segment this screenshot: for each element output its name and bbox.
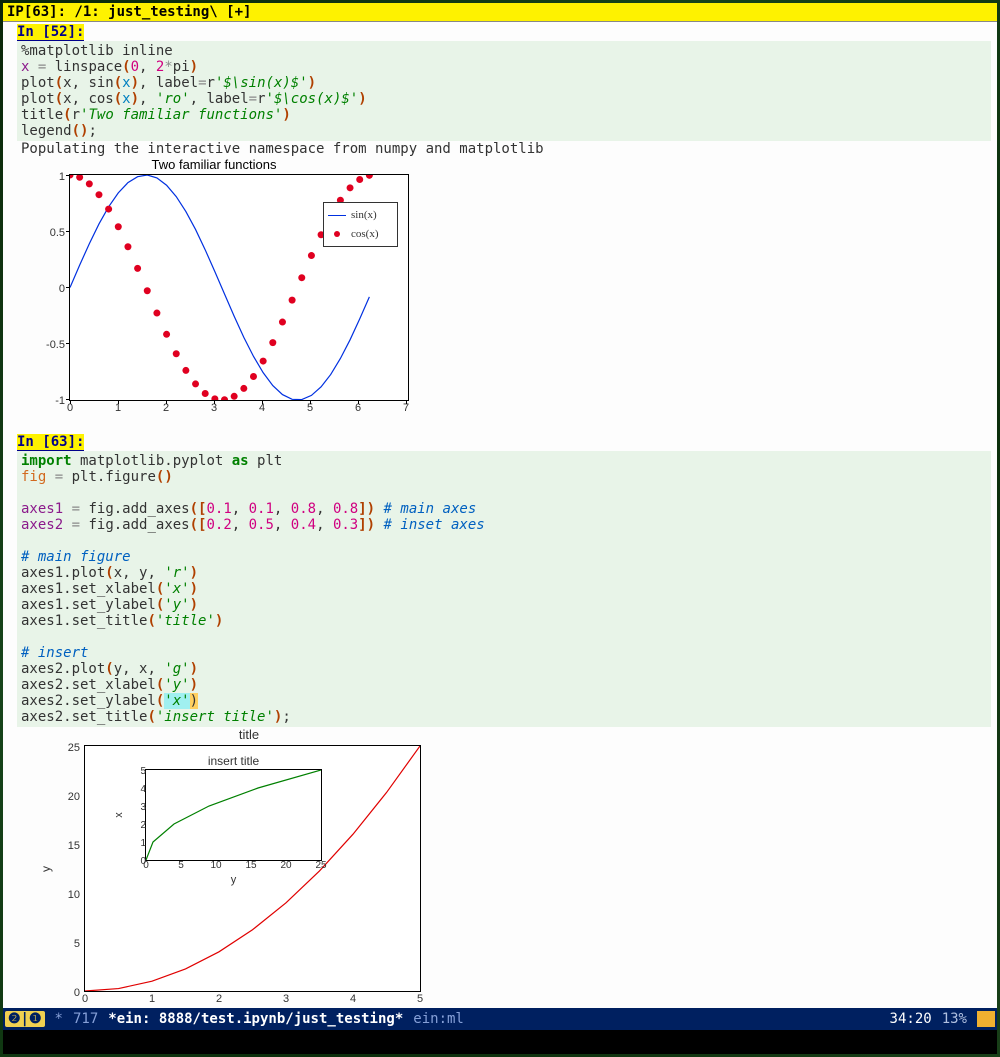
cell-prompt-52: In [52]: (17, 24, 84, 41)
minibuffer[interactable] (3, 1030, 997, 1054)
chart-main-with-inset: title 25 20 15 10 5 0 0 1 2 3 4 5 x (29, 727, 424, 1008)
modeline-line: 717 (73, 1011, 98, 1027)
inset-xlabel: y (231, 872, 237, 888)
legend-sin: sin(x) (351, 207, 377, 223)
legend-cos: cos(x) (351, 226, 379, 242)
notebook-buffer[interactable]: In [52]: %matplotlib inline x = linspace… (3, 22, 997, 1008)
modeline-end-indicator (977, 1011, 995, 1027)
inset-ylabel: x (111, 812, 127, 818)
modeline-modified: * (55, 1011, 63, 1027)
modeline-indicator: ❷|❶ (5, 1011, 45, 1027)
cell-52-output: Populating the interactive namespace fro… (21, 141, 991, 157)
chart2-inset: insert title 5 4 3 2 1 0 0 5 10 15 20 25 (145, 769, 322, 861)
chart1-axes: sin(x) cos(x) 1 0.5 0 -0.5 -1 0 1 2 3 4 … (69, 174, 409, 401)
cell-63-code[interactable]: import matplotlib.pyplot as plt fig = pl… (17, 451, 991, 727)
chart1-legend: sin(x) cos(x) (323, 202, 398, 247)
tab-title[interactable]: IP[63]: /1: just_testing\ [+] (3, 3, 997, 22)
modeline-cursor-pos: 34:20 (890, 1011, 932, 1027)
cell-52-code[interactable]: %matplotlib inline x = linspace(0, 2*pi)… (17, 41, 991, 141)
modeline-buffer-name: *ein: 8888/test.ipynb/just_testing* (108, 1011, 403, 1027)
modeline-major-mode: ein:ml (413, 1011, 464, 1027)
chart-two-familiar-functions: Two familiar functions sin(x) cos(x) 1 0… (19, 157, 409, 422)
emacs-frame: IP[63]: /1: just_testing\ [+] In [52]: %… (3, 3, 997, 1054)
chart2-inset-title: insert title (146, 753, 321, 769)
chart2-title: title (84, 727, 414, 743)
chart2-ylabel: y (38, 866, 54, 872)
modeline[interactable]: ❷|❶ * 717 *ein: 8888/test.ipynb/just_tes… (3, 1008, 997, 1030)
cell-prompt-63: In [63]: (17, 434, 84, 451)
modeline-percent: 13% (942, 1011, 967, 1027)
chart2-axes: 25 20 15 10 5 0 0 1 2 3 4 5 x y insert t… (84, 745, 421, 992)
text-cursor: ) (190, 693, 198, 709)
chart1-title: Two familiar functions (19, 157, 409, 173)
chart2-xlabel: x (250, 1007, 256, 1008)
